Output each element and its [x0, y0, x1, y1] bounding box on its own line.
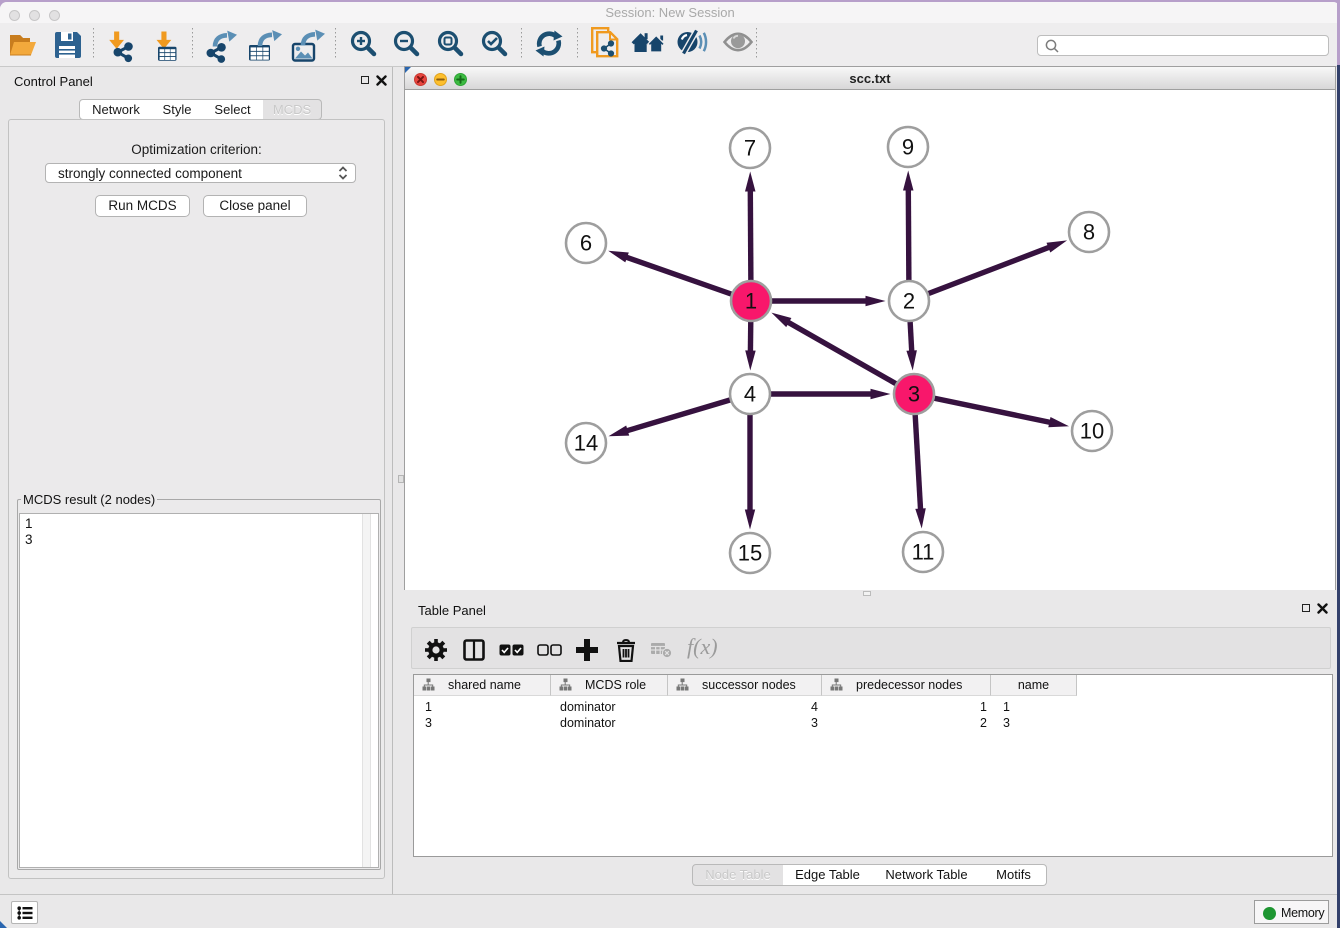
svg-text:7: 7	[744, 136, 756, 161]
svg-text:11: 11	[912, 540, 935, 565]
svg-text:1: 1	[745, 289, 757, 314]
svg-text:6: 6	[580, 231, 592, 256]
svg-text:10: 10	[1080, 419, 1104, 444]
svg-text:15: 15	[738, 541, 762, 566]
svg-text:4: 4	[744, 382, 756, 407]
svg-text:2: 2	[903, 289, 915, 314]
svg-text:14: 14	[574, 431, 598, 456]
svg-text:8: 8	[1083, 220, 1095, 245]
svg-text:9: 9	[902, 135, 914, 160]
svg-text:3: 3	[908, 382, 920, 407]
